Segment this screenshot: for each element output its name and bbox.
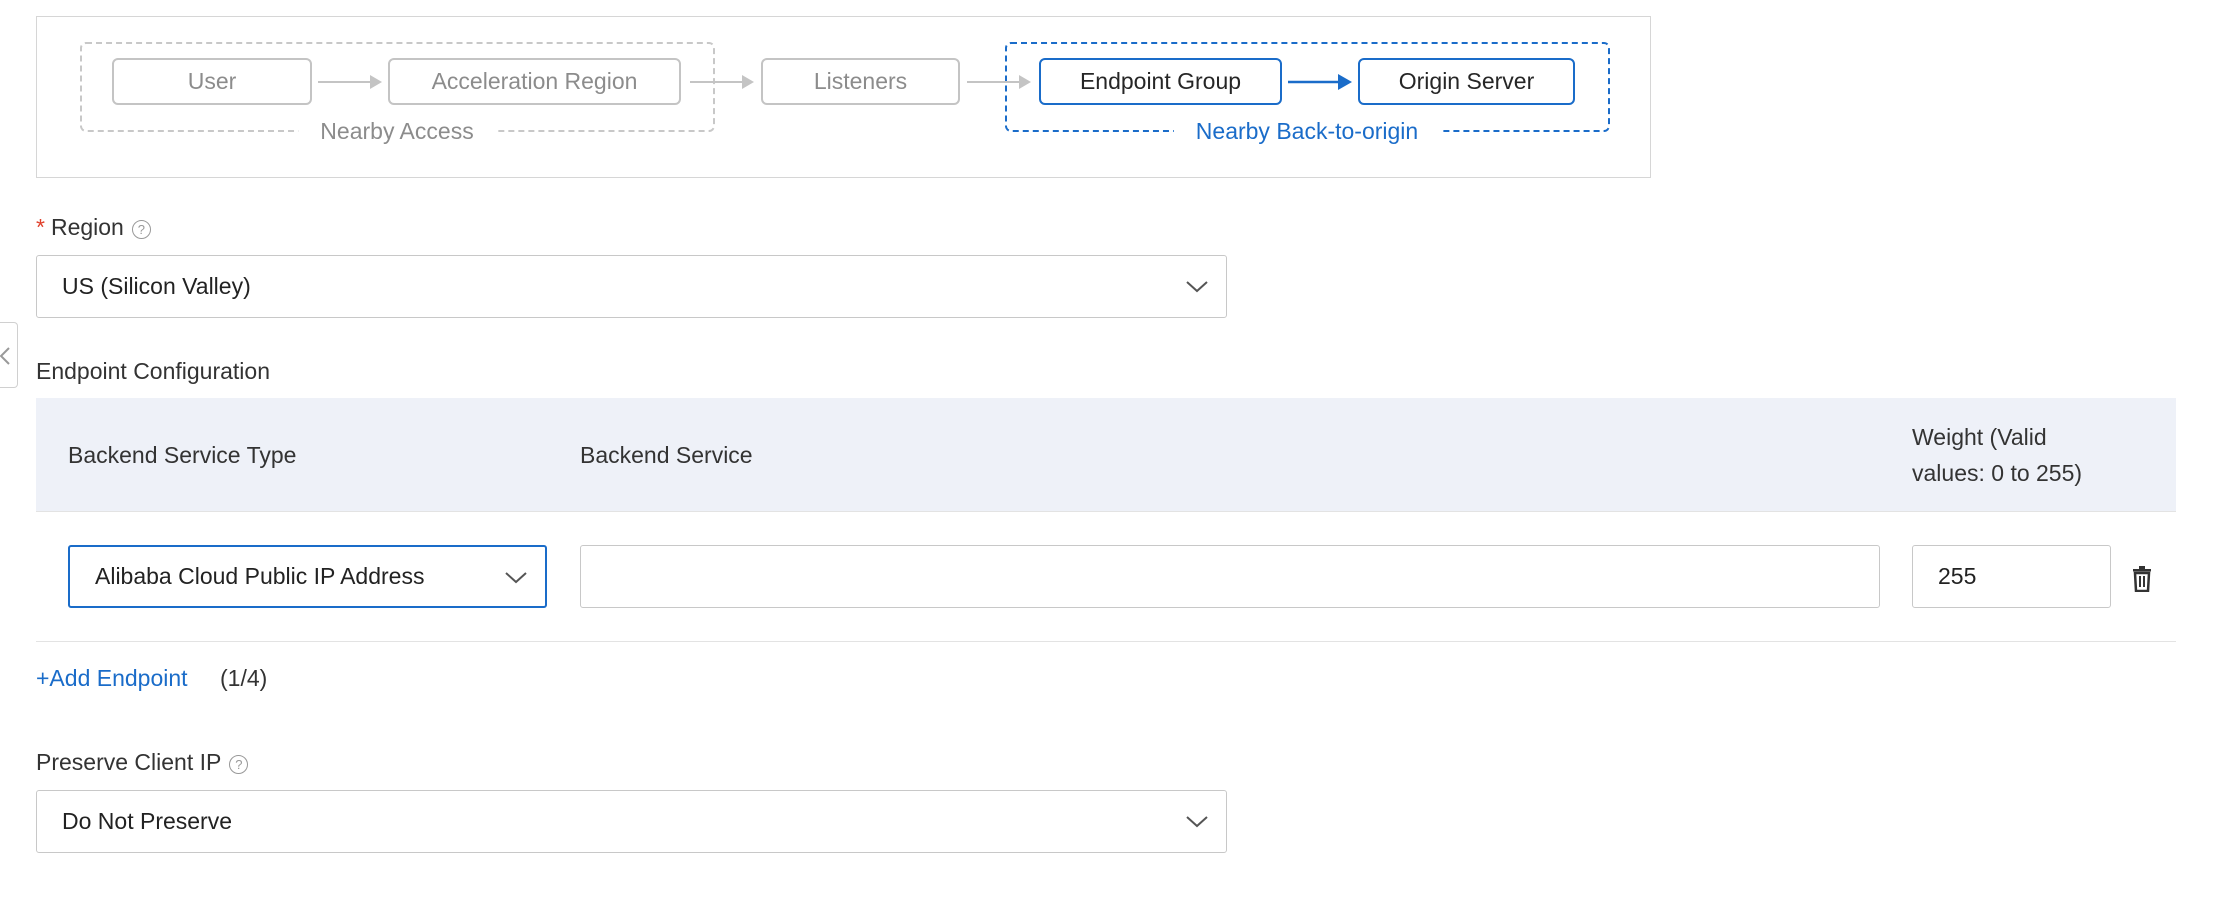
column-header-weight-line2: values: 0 to 255)	[1912, 460, 2083, 486]
preserve-client-ip-label-text: Preserve Client IP	[36, 749, 222, 775]
column-header-weight-line1: Weight (Valid	[1912, 424, 2047, 450]
nearby-access-caption: Nearby Access	[298, 117, 496, 145]
add-endpoint-link[interactable]: +Add Endpoint	[36, 664, 188, 692]
sidebar-collapse-handle[interactable]	[0, 322, 18, 388]
trash-icon[interactable]	[2131, 566, 2153, 592]
help-icon[interactable]: ?	[229, 755, 249, 774]
backend-service-type-select[interactable]: Alibaba Cloud Public IP Address	[68, 545, 547, 608]
nearby-back-to-origin-caption: Nearby Back-to-origin	[1173, 117, 1441, 145]
node-user: User	[112, 58, 312, 105]
endpoint-table-header	[36, 398, 2176, 511]
preserve-client-ip-label: Preserve Client IP?	[36, 748, 249, 776]
node-listeners: Listeners	[761, 58, 960, 105]
backend-service-input[interactable]	[580, 545, 1880, 608]
help-icon[interactable]: ?	[131, 220, 151, 239]
region-select-value: US (Silicon Valley)	[62, 273, 251, 299]
arrow-right-icon	[690, 75, 754, 89]
node-origin-server: Origin Server	[1358, 58, 1575, 105]
required-mark: *	[36, 214, 45, 240]
weight-input[interactable]: 255	[1912, 545, 2111, 608]
node-acceleration-region: Acceleration Region	[388, 58, 681, 105]
chevron-down-icon	[1186, 281, 1208, 293]
column-header-weight: Weight (Valid values: 0 to 255)	[1912, 419, 2082, 491]
arrow-right-icon	[1288, 74, 1352, 90]
chevron-down-icon	[505, 572, 527, 584]
column-header-backend-service-type: Backend Service Type	[68, 442, 297, 468]
backend-service-type-value: Alibaba Cloud Public IP Address	[95, 563, 425, 589]
arrow-right-icon	[318, 75, 382, 89]
chevron-left-icon	[0, 347, 10, 365]
column-header-backend-service: Backend Service	[580, 442, 753, 468]
chevron-down-icon	[1186, 816, 1208, 828]
divider	[36, 641, 2176, 642]
region-label-text: Region	[50, 214, 124, 240]
endpoint-configuration-title: Endpoint Configuration	[36, 358, 270, 384]
region-select[interactable]: US (Silicon Valley)	[36, 255, 1227, 318]
preserve-client-ip-select[interactable]: Do Not Preserve	[36, 790, 1227, 853]
arrow-right-icon	[967, 75, 1031, 89]
endpoint-count: (1/4)	[220, 665, 268, 691]
divider	[36, 511, 2176, 512]
node-endpoint-group: Endpoint Group	[1039, 58, 1282, 105]
region-label: * Region?	[36, 213, 151, 241]
preserve-client-ip-value: Do Not Preserve	[62, 808, 233, 834]
